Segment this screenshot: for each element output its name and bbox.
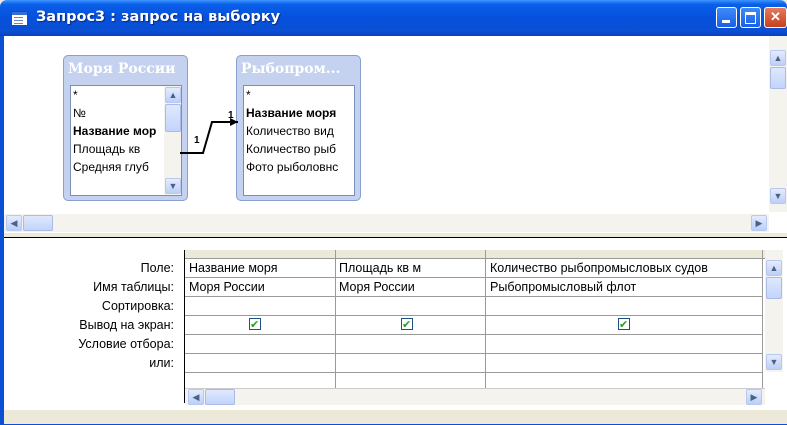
scroll-thumb[interactable] bbox=[205, 389, 235, 405]
show-cell[interactable] bbox=[486, 316, 762, 335]
scroll-right-icon[interactable]: ▶ bbox=[746, 389, 762, 405]
title-bar[interactable]: Запрос3 : запрос на выборку bbox=[0, 0, 787, 36]
status-strip bbox=[4, 410, 787, 425]
grid-column[interactable]: Площадь кв м Моря России bbox=[335, 250, 486, 388]
relationship-line[interactable]: 1 1 bbox=[4, 36, 787, 232]
table-cell[interactable]: Моря России bbox=[185, 278, 335, 297]
query-window: Запрос3 : запрос на выборку Моря России … bbox=[0, 0, 787, 425]
show-checkbox[interactable] bbox=[249, 316, 261, 334]
grid-column[interactable]: Количество рыбопромысловых судов Рыбопро… bbox=[486, 250, 763, 388]
scroll-left-icon[interactable]: ◀ bbox=[188, 389, 204, 405]
criteria-cell[interactable] bbox=[185, 335, 335, 354]
relationship-left-label: 1 bbox=[194, 135, 200, 146]
sort-cell[interactable] bbox=[335, 297, 485, 316]
table-cell[interactable]: Рыбопромысловый флот bbox=[486, 278, 762, 297]
row-labels: Поле: Имя таблицы: Сортировка: Вывод на … bbox=[4, 259, 176, 373]
field-cell[interactable]: Количество рыбопромысловых судов bbox=[486, 259, 762, 278]
minimize-button[interactable] bbox=[716, 7, 737, 28]
scroll-up-icon[interactable]: ▲ bbox=[766, 260, 782, 276]
tables-pane-hscroll[interactable]: ◀ ▶ bbox=[4, 214, 769, 232]
scroll-thumb[interactable] bbox=[23, 215, 53, 231]
scroll-thumb[interactable] bbox=[770, 67, 786, 89]
criteria-cell[interactable] bbox=[335, 335, 485, 354]
relationship-right-label: 1 bbox=[228, 110, 234, 121]
field-cell[interactable]: Название моря bbox=[185, 259, 335, 278]
maximize-button[interactable] bbox=[740, 7, 761, 28]
scroll-up-icon[interactable]: ▲ bbox=[770, 50, 786, 66]
sort-cell[interactable] bbox=[486, 297, 762, 316]
scroll-down-icon[interactable]: ▼ bbox=[766, 354, 782, 370]
scroll-thumb[interactable] bbox=[766, 277, 782, 299]
grid-column[interactable]: Название моря Моря России bbox=[185, 250, 336, 388]
field-cell[interactable]: Площадь кв м bbox=[335, 259, 485, 278]
window-title: Запрос3 : запрос на выборку bbox=[36, 9, 281, 25]
or-cell[interactable] bbox=[335, 354, 485, 373]
row-label-field: Поле: bbox=[140, 261, 174, 275]
design-grid-pane[interactable]: Поле: Имя таблицы: Сортировка: Вывод на … bbox=[4, 238, 787, 410]
show-checkbox[interactable] bbox=[618, 316, 630, 334]
query-icon bbox=[11, 11, 28, 26]
or-cell[interactable] bbox=[486, 354, 762, 373]
tables-pane-vscroll[interactable]: ▲ ▼ bbox=[769, 36, 787, 212]
scroll-left-icon[interactable]: ◀ bbox=[6, 215, 22, 231]
design-grid[interactable]: Название моря Моря России Площадь кв м М… bbox=[184, 250, 765, 405]
show-checkbox[interactable] bbox=[401, 316, 413, 334]
criteria-cell[interactable] bbox=[486, 335, 762, 354]
row-label-show: Вывод на экран: bbox=[79, 318, 174, 332]
show-cell[interactable] bbox=[335, 316, 485, 335]
tables-pane[interactable]: Моря России * № Название мор Площадь кв … bbox=[4, 36, 787, 232]
scroll-down-icon[interactable]: ▼ bbox=[770, 188, 786, 204]
grid-vscroll[interactable]: ▲ ▼ bbox=[765, 250, 783, 372]
sort-cell[interactable] bbox=[185, 297, 335, 316]
scroll-right-icon[interactable]: ▶ bbox=[751, 215, 767, 231]
row-label-table: Имя таблицы: bbox=[93, 280, 174, 294]
row-label-or: или: bbox=[149, 356, 174, 370]
or-cell[interactable] bbox=[185, 354, 335, 373]
row-label-sort: Сортировка: bbox=[101, 299, 174, 313]
show-cell[interactable] bbox=[185, 316, 335, 335]
grid-hscroll[interactable]: ◀ ▶ bbox=[185, 388, 765, 405]
close-button[interactable] bbox=[764, 7, 787, 28]
table-cell[interactable]: Моря России bbox=[335, 278, 485, 297]
row-label-criteria: Условие отбора: bbox=[78, 337, 174, 351]
